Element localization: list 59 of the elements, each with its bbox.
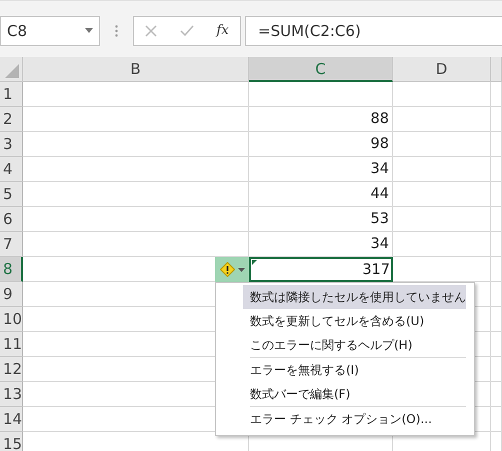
table-cell [491, 282, 502, 307]
table-cell [491, 132, 502, 157]
row-header[interactable]: 13 [0, 382, 23, 407]
menu-item[interactable]: エラーを無視する(I) [243, 358, 466, 382]
row-header[interactable]: 11 [0, 332, 23, 357]
name-box[interactable]: C8 [0, 16, 100, 46]
dropdown-caret-icon[interactable] [85, 28, 93, 33]
row-header[interactable]: 15 [0, 432, 23, 451]
caret-icon[interactable] [238, 268, 244, 272]
column-header[interactable]: C [249, 57, 393, 82]
table-cell [491, 407, 502, 432]
table-cell: 53 [249, 207, 393, 232]
row-header[interactable]: 10 [0, 307, 23, 332]
menu-item[interactable]: 数式を更新してセルを含める(U) [243, 309, 466, 333]
insert-function-button[interactable]: fx [216, 23, 229, 38]
row-header[interactable]: 4 [0, 157, 23, 182]
row-header[interactable]: 12 [0, 357, 23, 382]
table-cell [491, 232, 502, 257]
table-cell [491, 332, 502, 357]
select-all-icon[interactable] [5, 64, 19, 78]
column-header[interactable] [491, 57, 502, 82]
row-header[interactable]: 9 [0, 282, 23, 307]
select-all-button[interactable] [0, 57, 23, 82]
table-cell: 44 [249, 182, 393, 207]
table-cell [491, 157, 502, 182]
active-cell: 317 [249, 257, 393, 282]
menu-item[interactable]: このエラーに関するヘルプ(H) [243, 333, 466, 357]
table-cell: 34 [249, 232, 393, 257]
row-header[interactable]: 1 [0, 82, 23, 107]
table-cell [491, 307, 502, 332]
menu-item[interactable]: 数式は隣接したセルを使用していません [243, 285, 466, 309]
table-cell: 98 [249, 132, 393, 157]
row-header[interactable]: 14 [0, 407, 23, 432]
check-icon[interactable] [180, 25, 194, 36]
menu-item[interactable]: 数式バーで編集(F) [243, 382, 466, 406]
table-cell: 88 [249, 107, 393, 132]
error-indicator-icon [252, 260, 257, 265]
row-header[interactable]: 5 [0, 182, 23, 207]
row-header[interactable]: 2 [0, 107, 23, 132]
row-header[interactable]: 6 [0, 207, 23, 232]
row-header[interactable]: 7 [0, 232, 23, 257]
table-cell [491, 357, 502, 382]
menu-item[interactable]: エラー チェック オプション(O)... [243, 407, 466, 431]
table-cell [491, 382, 502, 407]
table-cell [491, 82, 502, 107]
warning-icon [220, 262, 234, 277]
table-cell [491, 257, 502, 282]
error-smart-tag[interactable] [215, 257, 249, 282]
table-cell [491, 107, 502, 132]
table-cell [491, 182, 502, 207]
table-cell [491, 207, 502, 232]
formula-field[interactable]: =SUM(C2:C6) [245, 16, 502, 46]
row-header[interactable]: 8 [0, 257, 23, 282]
column-header[interactable]: D [393, 57, 491, 82]
table-cell: 34 [249, 157, 393, 182]
column-header[interactable]: B [23, 57, 249, 82]
cancel-icon[interactable] [145, 24, 158, 36]
row-header[interactable]: 3 [0, 132, 23, 157]
grip-icon [115, 24, 118, 36]
